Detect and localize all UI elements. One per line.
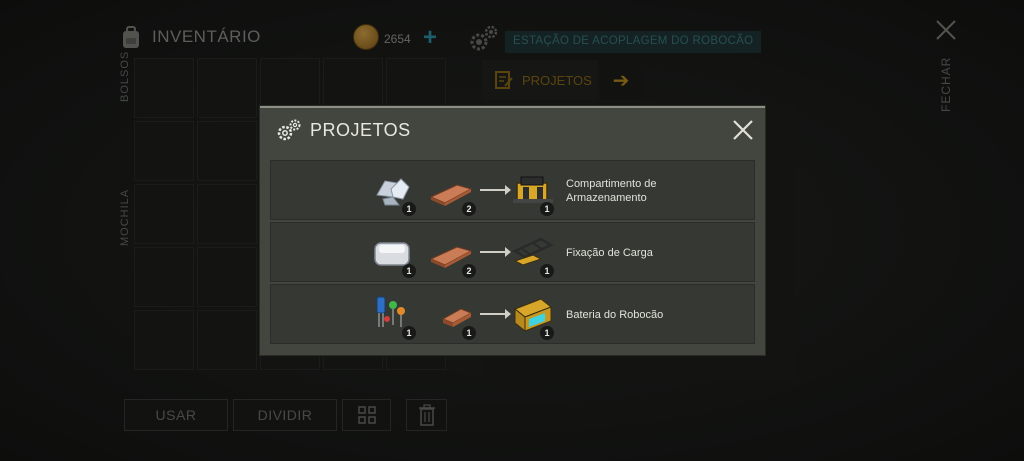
recipe-name: Compartimento de Armazenamento (566, 178, 657, 204)
close-icon[interactable] (731, 118, 755, 142)
recipe-row[interactable]: 1 2 1 Fixação de Carga (270, 222, 755, 282)
quantity-badge: 1 (540, 326, 554, 340)
quantity-badge: 2 (462, 202, 476, 216)
recipe-name: Bateria do Robocão (566, 309, 664, 321)
quantity-badge: 1 (402, 326, 416, 340)
quantity-badge: 2 (462, 264, 476, 278)
arrow-line (480, 251, 506, 253)
arrow-line (480, 189, 506, 191)
modal-header: PROJETOS (260, 108, 765, 152)
quantity-badge: 1 (540, 264, 554, 278)
modal-title: PROJETOS (310, 119, 411, 140)
copper-piece-icon (441, 308, 473, 327)
arrow-line (480, 313, 506, 315)
quantity-badge: 1 (402, 202, 416, 216)
recipe-name: Fixação de Carga (566, 247, 653, 259)
recipe-row[interactable]: 1 1 1 Bateria do Robocão (270, 284, 755, 344)
quantity-badge: 1 (540, 202, 554, 216)
quantity-badge: 1 (402, 264, 416, 278)
quantity-badge: 1 (462, 326, 476, 340)
recipe-row[interactable]: 1 2 1 Compartimento de Armazenamento (270, 160, 755, 220)
recipe-list: 1 2 1 Compartimento de Armazenamento 1 2… (270, 160, 755, 346)
gears-icon (277, 119, 301, 141)
projects-modal: PROJETOS 1 2 1 Compartimento de Armazena… (260, 106, 765, 355)
